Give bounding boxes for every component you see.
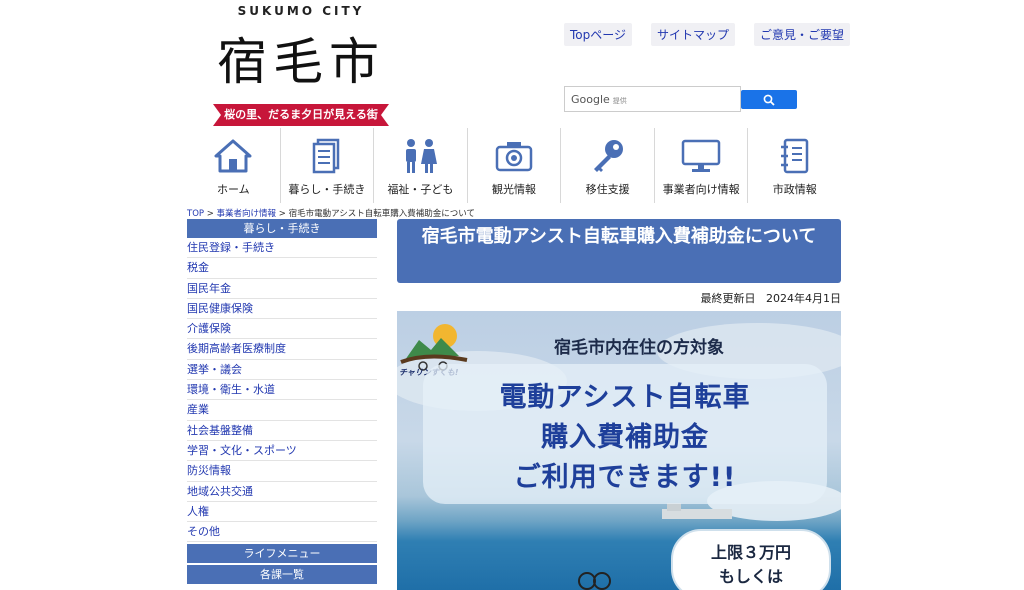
nav-label: 事業者向け情報 — [662, 183, 740, 196]
flyer-image: チャリンすくも! 宿毛市内在住の方対象 電動アシスト自転車 購入費補助金 ご利用… — [397, 311, 841, 590]
nav-label: 観光情報 — [492, 183, 537, 196]
page: SUKUMO CITY 宿毛市 桜の里、だるま夕日が見える街 Topページ サイ… — [0, 0, 1024, 590]
nav-item-tourism[interactable]: 観光情報 — [468, 128, 562, 203]
flyer-headline-3: ご利用できます!! — [513, 462, 737, 493]
breadcrumb: TOP > 事業者向け情報 > 宿毛市電動アシスト自転車購入費補助金について — [187, 207, 475, 219]
sidebar-item[interactable]: 社会基盤整備 — [187, 421, 377, 441]
sidebar-item[interactable]: 後期高齢者医療制度 — [187, 339, 377, 360]
nav-item-living[interactable]: 暮らし・手続き — [281, 128, 375, 203]
family-icon — [400, 134, 440, 178]
nav-item-business[interactable]: 事業者向け情報 — [655, 128, 749, 203]
last-updated-label: 最終更新日 — [700, 292, 756, 305]
sidebar-item[interactable]: 介護保険 — [187, 319, 377, 340]
departments-button[interactable]: 各課一覧 — [187, 565, 377, 585]
search-box: Google 提供 — [564, 86, 741, 112]
sidebar-item[interactable]: 地域公共交通 — [187, 482, 377, 502]
sidebar: 暮らし・手続き 住民登録・手続き 税金 国民年金 国民健康保険 介護保険 後期高… — [187, 219, 377, 585]
top-link-sitemap[interactable]: サイトマップ — [651, 23, 736, 46]
nav-item-home[interactable]: ホーム — [187, 128, 281, 203]
nav-label: 市政情報 — [772, 183, 817, 196]
camera-icon — [495, 134, 533, 178]
nav-label: ホーム — [216, 183, 250, 196]
logo-subtitle: SUKUMO CITY — [237, 4, 365, 18]
document-icon — [312, 134, 342, 178]
search-icon — [763, 94, 775, 106]
life-menu-button[interactable]: ライフメニュー — [187, 544, 377, 564]
sidebar-item[interactable]: 国民健康保険 — [187, 299, 377, 320]
sidebar-heading: 暮らし・手続き — [187, 219, 377, 238]
sidebar-item[interactable]: 環境・衛生・水道 — [187, 380, 377, 401]
nav-item-welfare[interactable]: 福祉・子ども — [374, 128, 468, 203]
flyer-headline-2: 購入費補助金 — [541, 422, 709, 453]
breadcrumb-current: 宿毛市電動アシスト自転車購入費補助金について — [288, 209, 476, 219]
breadcrumb-top[interactable]: TOP — [187, 209, 204, 219]
flyer-badge-line-1: 上限３万円 — [710, 543, 791, 562]
page-title: 宿毛市電動アシスト自転車購入費補助金について — [397, 219, 841, 283]
monitor-icon — [681, 134, 721, 178]
breadcrumb-separator: > — [278, 209, 286, 219]
top-link-feedback[interactable]: ご意見・ご要望 — [754, 23, 851, 46]
nav-item-city-info[interactable]: 市政情報 — [748, 128, 841, 203]
sidebar-item[interactable]: その他 — [187, 522, 377, 543]
main-nav: ホーム 暮らし・手続き 福祉・子ども 観光情報 移住支援 事業者向け情報 市政情… — [187, 128, 841, 203]
nav-label: 福祉・子ども — [387, 183, 454, 196]
sidebar-item[interactable]: 学習・文化・スポーツ — [187, 441, 377, 462]
logo-title: 宿毛市 — [217, 33, 385, 91]
breadcrumb-separator: > — [206, 209, 214, 219]
last-updated-date: 2024年4月1日 — [766, 292, 841, 305]
flyer-badge-line-2: もしくは — [718, 567, 783, 586]
sidebar-list: 住民登録・手続き 税金 国民年金 国民健康保険 介護保険 後期高齢者医療制度 選… — [187, 238, 377, 543]
nav-item-relocation[interactable]: 移住支援 — [561, 128, 655, 203]
sidebar-item[interactable]: 産業 — [187, 400, 377, 421]
sidebar-item[interactable]: 選挙・議会 — [187, 360, 377, 381]
nav-label: 移住支援 — [585, 183, 630, 196]
site-logo[interactable]: SUKUMO CITY 宿毛市 桜の里、だるま夕日が見える街 — [213, 4, 389, 128]
home-icon — [214, 134, 252, 178]
flyer-headline-1: 電動アシスト自転車 — [499, 382, 751, 413]
last-updated: 最終更新日 2024年4月1日 — [600, 290, 842, 306]
logo-tagline: 桜の里、だるま夕日が見える街 — [213, 104, 389, 126]
sidebar-item[interactable]: 防災情報 — [187, 461, 377, 482]
sidebar-item[interactable]: 住民登録・手続き — [187, 238, 377, 259]
flyer-top-text: 宿毛市内在住の方対象 — [554, 338, 724, 358]
top-links: Topページ サイトマップ ご意見・ご要望 — [564, 23, 851, 46]
search-input[interactable] — [565, 87, 740, 111]
sidebar-item[interactable]: 人権 — [187, 502, 377, 523]
top-link-home[interactable]: Topページ — [564, 23, 633, 46]
notebook-icon — [779, 134, 811, 178]
key-icon — [590, 134, 626, 178]
sidebar-item[interactable]: 税金 — [187, 258, 377, 279]
sidebar-item[interactable]: 国民年金 — [187, 279, 377, 299]
breadcrumb-business[interactable]: 事業者向け情報 — [217, 209, 277, 219]
nav-label: 暮らし・手続き — [288, 183, 366, 196]
search-button[interactable] — [741, 90, 797, 109]
